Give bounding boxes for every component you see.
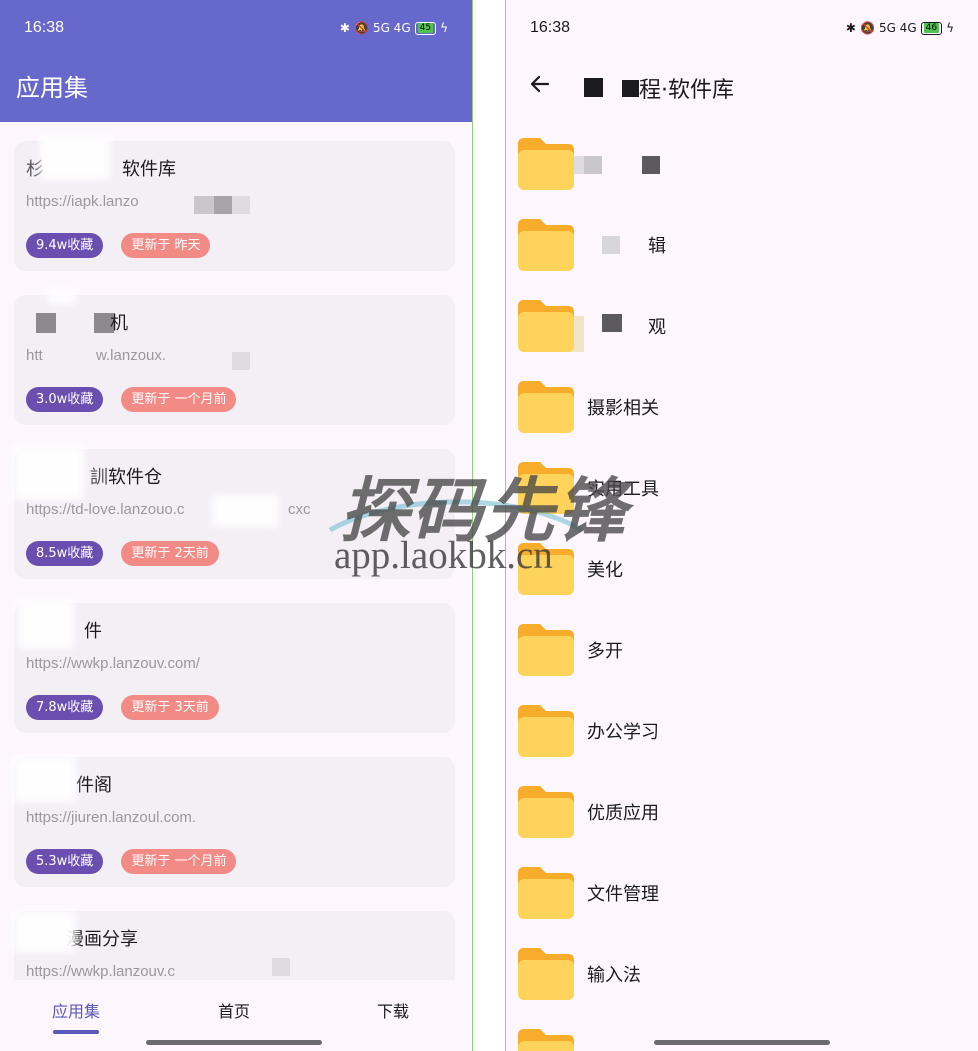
card-url: https://wwkp.lanzouv.com/ (26, 655, 200, 672)
favorites-badge: 3.0w收藏 (26, 387, 104, 412)
signal-icon: 5G 4G (878, 21, 917, 35)
signal-icon: 5G 4G (372, 21, 411, 35)
card-title: 件 (84, 621, 102, 642)
card-url: td-love.lanzouo.c (71, 501, 185, 518)
updated-badge: 更新于 一个月前 (121, 849, 237, 874)
card-title: 软件库 (122, 159, 176, 180)
status-bar: 16:38 ✱ 🔕 5G 4G 45 ϟ (0, 0, 472, 56)
status-icons: ✱ 🔕 5G 4G 46 ϟ (846, 21, 954, 35)
card-url: w.lanzoux. (96, 347, 167, 364)
updated-badge: 更新于 2天前 (121, 541, 219, 566)
card-title: 软件仓 (108, 467, 162, 488)
nav-tab-download[interactable]: 下载 (377, 998, 409, 1022)
folder-label: 输入法 (587, 965, 641, 986)
charging-icon: ϟ (946, 21, 954, 35)
folder-item[interactable]: 观 (516, 298, 956, 362)
folder-label: 摄影相关 (587, 398, 659, 419)
folder-item[interactable] (516, 1027, 956, 1051)
card-url-tail: cxc (288, 501, 311, 518)
page-title: 程·软件库 (639, 78, 734, 103)
app-collection-card[interactable]: 件阁 https://jiuren.lanzoul.com. 5.3w收藏 更新… (14, 757, 455, 887)
folder-label: 观 (648, 317, 666, 338)
folder-icon (518, 381, 574, 433)
folder-label: 辑 (648, 236, 666, 257)
page-title: 应用集 (16, 74, 88, 102)
updated-badge: 更新于 3天前 (121, 695, 219, 720)
folder-icon (518, 867, 574, 919)
folder-label: 文件管理 (587, 884, 659, 905)
status-time: 16:38 (24, 19, 65, 36)
nav-active-indicator (53, 1030, 99, 1034)
bluetooth-icon: ✱ (339, 21, 350, 35)
folder-item[interactable]: 多开 (516, 622, 956, 686)
updated-badge: 更新于 昨天 (121, 233, 211, 258)
status-bar: 16:38 ✱ 🔕 5G 4G 46 ϟ (506, 0, 978, 56)
folder-icon (518, 705, 574, 757)
favorites-badge: 7.8w收藏 (26, 695, 104, 720)
nav-tab-apps[interactable]: 应用集 (52, 998, 100, 1022)
folder-icon (518, 300, 574, 352)
status-time: 16:38 (530, 19, 571, 36)
status-icons: ✱ 🔕 5G 4G 45 ϟ (340, 21, 448, 35)
folder-item[interactable] (516, 136, 956, 200)
folder-item[interactable]: 办公学习 (516, 703, 956, 767)
folder-icon (518, 948, 574, 1000)
battery-icon: 45 (414, 21, 437, 35)
folder-item[interactable]: 输入法 (516, 946, 956, 1010)
folder-icon (518, 219, 574, 271)
gesture-handle[interactable] (146, 1040, 322, 1045)
card-title: 机 (110, 313, 128, 334)
favorites-badge: 8.5w收藏 (26, 541, 104, 566)
folder-icon (518, 624, 574, 676)
updated-badge: 更新于 一个月前 (121, 387, 237, 412)
nav-tab-home[interactable]: 首页 (218, 998, 250, 1022)
watermark-url: app.laokbk.cn (334, 534, 553, 577)
card-title: 件阁 (76, 775, 112, 796)
battery-icon: 46 (920, 21, 943, 35)
folder-item[interactable]: 摄影相关 (516, 379, 956, 443)
mute-icon: 🔕 (859, 21, 875, 35)
back-arrow-icon[interactable] (528, 72, 552, 96)
app-collection-card[interactable]: 件 https://wwkp.lanzouv.com/ 7.8w收藏 更新于 3… (14, 603, 455, 733)
mute-icon: 🔕 (353, 21, 369, 35)
bluetooth-icon: ✱ (845, 21, 856, 35)
folder-item[interactable]: 文件管理 (516, 865, 956, 929)
folder-item[interactable]: 辑 (516, 217, 956, 281)
card-url: https://jiuren.lanzoul.com. (26, 809, 197, 826)
favorites-badge: 9.4w收藏 (26, 233, 104, 258)
folder-label: 优质应用 (587, 803, 659, 824)
card-url: https://iapk.lanzo (26, 193, 139, 210)
folder-label: 办公学习 (587, 722, 659, 743)
card-url: https://wwkp.lanzouv.c (26, 963, 175, 980)
favorites-badge: 5.3w收藏 (26, 849, 104, 874)
card-title: 漫画分享 (66, 929, 138, 950)
app-bar: 16:38 ✱ 🔕 5G 4G 45 ϟ 应用集 (0, 0, 472, 122)
app-collection-card[interactable]: 机 w.lanzoux. htt 3.0w收藏 更新于 一个月前 (14, 295, 455, 425)
folder-icon (518, 1029, 574, 1051)
folder-icon (518, 786, 574, 838)
folder-label: 多开 (587, 641, 623, 662)
charging-icon: ϟ (440, 21, 448, 35)
folder-icon (518, 138, 574, 190)
folder-item[interactable]: 优质应用 (516, 784, 956, 848)
